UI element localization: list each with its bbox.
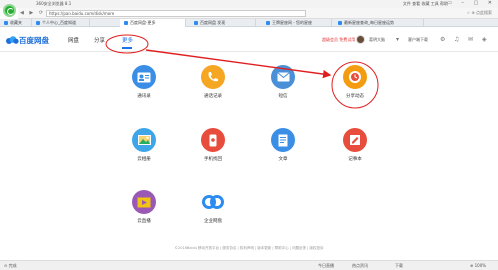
tile-label: 云直播: [137, 219, 151, 224]
live-icon: [132, 190, 156, 214]
skin-icon[interactable]: ◈: [482, 36, 487, 43]
window-menu[interactable]: 文件 查看 收藏 工具 帮助: [403, 1, 448, 7]
tab-favicon-icon: [36, 20, 40, 25]
app-name[interactable]: 百度网盘: [19, 35, 49, 46]
tile-phone-find[interactable]: 手机找回: [183, 128, 243, 162]
browser-title-bar: 360安全浏览器 8.1 文件 查看 收藏 工具 帮助 ▭ – ▢ ✕: [0, 0, 498, 8]
baidu-cloud-logo-icon: [6, 36, 19, 44]
message-icon: [271, 65, 295, 89]
chevron-down-icon[interactable]: ▾: [396, 36, 399, 43]
tile-label: 分享动态: [346, 94, 364, 99]
tile-cloud-album[interactable]: 云相册: [114, 128, 174, 162]
status-news[interactable]: 热点资讯: [352, 263, 368, 269]
tile-cloud-live[interactable]: 云直播: [114, 190, 174, 224]
url-field[interactable]: https://pan.baidu.com/disk/more: [46, 10, 306, 17]
tile-contacts[interactable]: 通讯录: [114, 65, 174, 99]
notification-bell-icon[interactable]: ♫: [454, 36, 459, 43]
phone-find-icon: [201, 128, 225, 152]
browser-status-bar: ⊙ 完成 今日直播 热点资讯 下载 ⊕ 100%: [0, 260, 498, 270]
tab-horoscope-daily[interactable]: 最新星座查询_每日星座运势: [334, 19, 424, 27]
tab-baidu-pan-discover[interactable]: 百度网盘 发现: [190, 19, 256, 27]
page-footer: ©2016Baidu 移动开放平台 | 服务协议 | 权利声明 | 版本更新 |…: [174, 246, 324, 250]
address-bar: ◀ ▶ ⟳ ⌂ https://pan.baidu.com/disk/more …: [18, 8, 498, 19]
contacts-icon: [132, 65, 156, 89]
vip-trial-link[interactable]: 超级会员 免费试用: [322, 37, 355, 43]
share-dynamic-icon: [343, 65, 367, 89]
phone-icon: [201, 65, 225, 89]
notebook-icon: [343, 128, 367, 152]
tile-label: 记事本: [348, 157, 362, 162]
tile-notebook[interactable]: 记事本: [325, 128, 385, 162]
tile-article[interactable]: 文章: [253, 128, 313, 162]
nav-active-indicator: [122, 47, 132, 49]
status-live[interactable]: 今日直播: [318, 263, 334, 269]
status-done: ⊙ 完成: [4, 263, 17, 268]
tab-favorites[interactable]: 收藏夹: [0, 19, 32, 27]
nav-share[interactable]: 分享: [94, 36, 105, 44]
mail-icon[interactable]: ✉: [468, 36, 473, 43]
avatar[interactable]: [356, 35, 365, 44]
nav-disk[interactable]: 网盘: [68, 36, 79, 44]
browser-logo-icon: [3, 4, 16, 17]
tab-horoscope[interactable]: 王牌星座网 - 您的星座: [262, 19, 332, 27]
tab-favicon-icon: [124, 20, 128, 25]
tile-label: 手机找回: [204, 157, 222, 162]
status-zoom[interactable]: ⊕ 100%: [470, 263, 486, 268]
photo-icon: [132, 128, 156, 152]
tile-label: 云相册: [137, 157, 151, 162]
tile-enterprise-pan[interactable]: 企业网盘: [183, 190, 243, 224]
tile-label: 企业网盘: [204, 219, 222, 224]
tile-label: 通讯录: [137, 94, 151, 99]
tile-share-dynamics[interactable]: 分享动态: [325, 65, 385, 99]
tab-favicon-icon: [194, 20, 198, 25]
tab-baidu-zhidao[interactable]: 个人中心_百度知道: [32, 19, 90, 27]
tab-favicon-icon: [338, 20, 342, 25]
tab-bar: 收藏夹 个人中心_百度知道 百度网盘-更多 百度网盘 发现 王牌星座网 - 您的…: [0, 19, 498, 27]
tile-call-log[interactable]: 通话记录: [183, 65, 243, 99]
tab-baidu-pan-more[interactable]: 百度网盘-更多: [120, 19, 186, 27]
tab-favicon-icon: [4, 20, 8, 25]
tab-favicon-icon: [266, 20, 270, 25]
window-controls[interactable]: ▭ – ▢ ✕: [447, 0, 496, 6]
article-icon: [271, 128, 295, 152]
tile-label: 短信: [278, 94, 288, 99]
settings-gear-icon[interactable]: ⚙: [440, 36, 445, 43]
window-title: 360安全浏览器 8.1: [36, 1, 72, 6]
client-download-link[interactable]: 客户端下载: [408, 37, 428, 43]
status-download[interactable]: 下载: [395, 263, 403, 269]
nav-more[interactable]: 更多: [122, 36, 133, 44]
tile-label: 通话记录: [204, 94, 222, 99]
address-bar-tools[interactable]: ☆ ⊕ 点此搜索: [467, 10, 492, 16]
enterprise-icon: [201, 190, 225, 214]
app-header: 百度网盘 网盘 分享 更多 超级会员 免费试用 葛明大脑 ▾ 客户端下载 ⚙ ♫…: [0, 28, 498, 52]
tile-sms[interactable]: 短信: [253, 65, 313, 99]
tile-label: 文章: [278, 157, 288, 162]
username[interactable]: 葛明大脑: [369, 37, 385, 43]
